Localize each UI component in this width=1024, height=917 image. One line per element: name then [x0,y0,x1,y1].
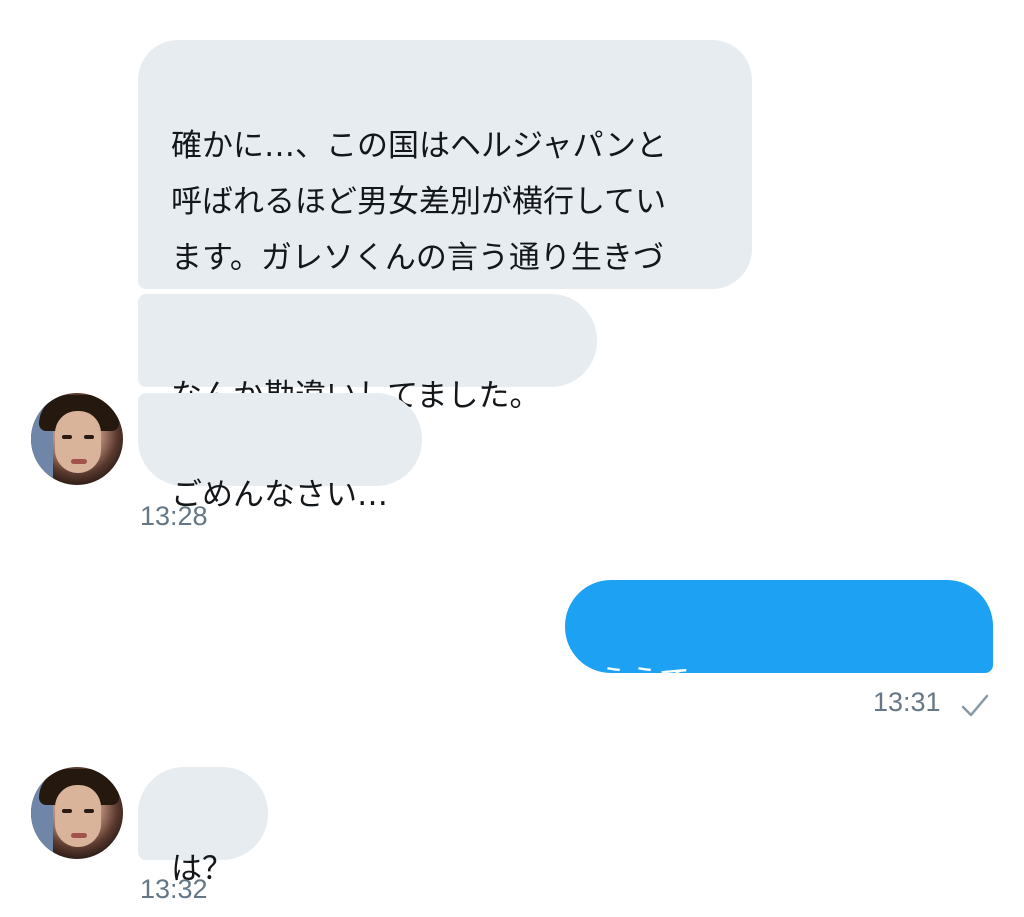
message-bubble-incoming[interactable]: なんか勘違いしてました。 [138,294,597,414]
checkmark-icon [961,694,989,717]
message-timestamp: 13:31 [873,687,941,717]
message-bubble-incoming[interactable]: ごめんなさい… [138,393,422,513]
message-bubble-outgoing[interactable]: ええで [565,580,993,700]
message-timestamp: 13:32 [140,874,208,904]
message-timestamp: 13:28 [140,501,208,531]
message-text: ええで [598,664,691,700]
message-bubble-incoming[interactable]: は？ [138,767,268,887]
avatar[interactable] [31,767,123,859]
avatar[interactable] [31,393,123,485]
message-bubble-incoming[interactable]: 確かに…、この国はヘルジャパンと 呼ばれるほど男女差別が横行してい ます。ガレソ… [138,40,752,332]
